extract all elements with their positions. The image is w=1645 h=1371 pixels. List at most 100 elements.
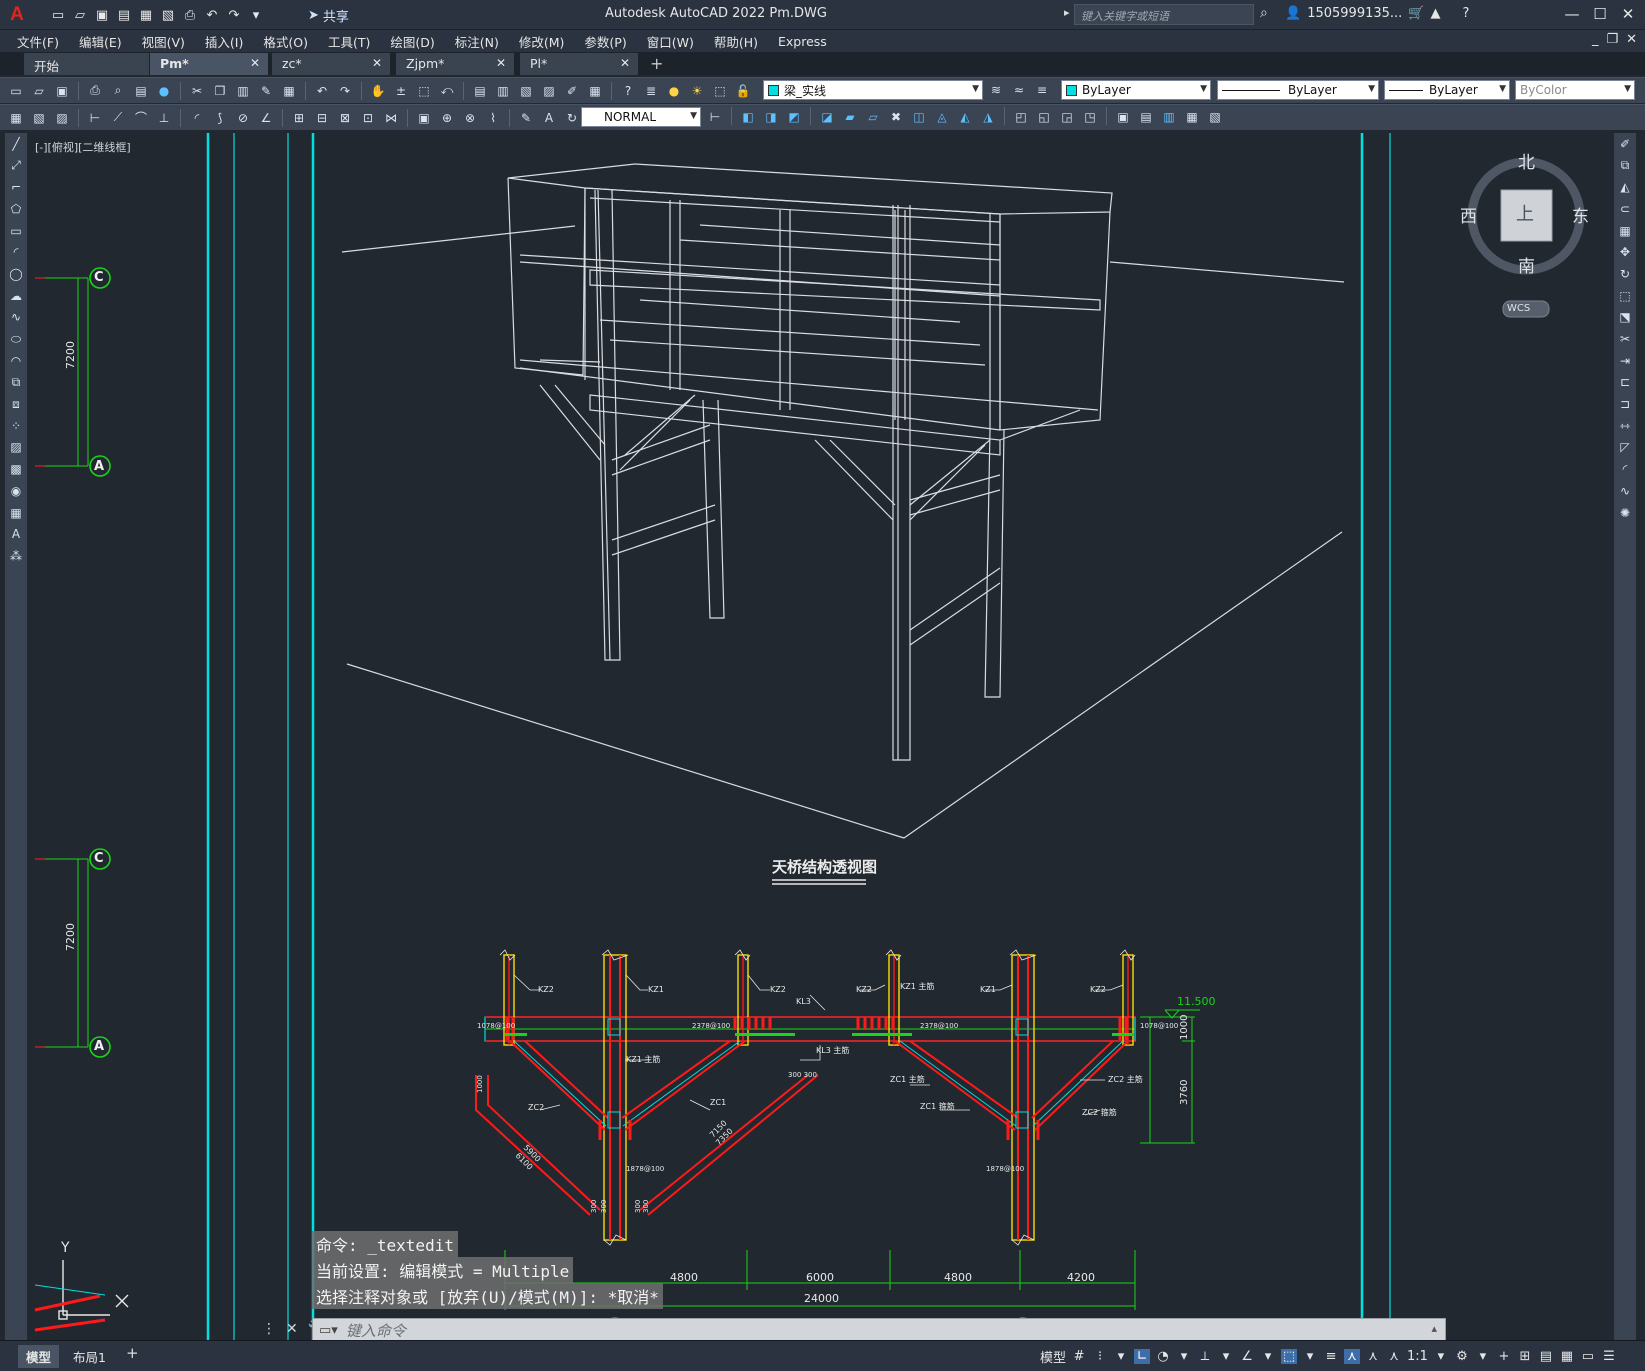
search-input[interactable]: 键入关键字或短语 [1074,4,1254,25]
tab-close-icon[interactable]: ✕ [620,56,630,70]
minimize-button[interactable]: — [1558,4,1586,24]
viewcube-south[interactable]: 南 [1518,252,1535,277]
extend-icon[interactable]: ⇥ [1614,350,1636,372]
delete-faces-icon[interactable]: ✖ [886,107,906,127]
join-icon[interactable]: ⇿ [1614,415,1636,437]
color-dropdown[interactable]: ByLayer ▼ [1061,80,1211,100]
polyline-icon[interactable]: ⌐ [5,176,27,198]
menu-edit[interactable]: 编辑(E) [72,32,135,51]
annotation-visibility-icon[interactable]: ⋏ [1344,1349,1361,1364]
customization-icon[interactable]: ☰ [1601,1349,1617,1364]
menu-help[interactable]: 帮助(H) [707,32,771,51]
clean-icon[interactable]: ◳ [1080,107,1100,127]
continue-dim-icon[interactable]: ⊠ [335,108,355,128]
tab-layout1[interactable]: 布局1 [65,1345,114,1368]
plot-icon[interactable]: ⎙ [85,81,105,101]
viewcube-east[interactable]: 东 [1572,202,1589,227]
model-space-toggle[interactable]: 模型 [1040,1347,1066,1366]
redo-icon[interactable]: ↷ [224,5,244,25]
publish-icon[interactable]: ▦ [136,5,156,25]
menu-insert[interactable]: 插入(I) [198,32,256,51]
menu-parametric[interactable]: 参数(P) [577,32,639,51]
save-as-icon[interactable]: ▤ [114,5,134,25]
tolerance-icon[interactable]: ▣ [414,108,434,128]
layer-viewport-icon[interactable]: ⬚ [710,81,730,101]
rotate-icon[interactable]: ↻ [1614,263,1636,285]
imprint-icon[interactable]: ◲ [1057,107,1077,127]
isodraft-icon[interactable]: ⟂ [1197,1349,1213,1364]
copy-icon[interactable]: ❐ [210,81,230,101]
tab-pm[interactable]: Pm* ✕ [150,53,268,75]
workspace-gear-icon[interactable]: ⚙ [1454,1349,1470,1364]
annotation-scale-value[interactable]: 1:1 [1407,1349,1428,1364]
dimstyle-dropdown[interactable]: NORMAL ▼ [581,107,701,127]
tab-zjpm[interactable]: Zjpm* ✕ [396,53,514,75]
autodesk-app-icon[interactable]: ▲ [1430,6,1440,21]
move-faces-icon[interactable]: ▰ [840,107,860,127]
doc-close-button[interactable]: ✕ [1626,32,1637,47]
diameter-dim-icon[interactable]: ⊘ [233,108,253,128]
quick-properties-icon[interactable]: ▤ [1538,1349,1554,1364]
chevron-down-icon[interactable]: ▾ [1113,1349,1129,1364]
open-icon[interactable]: ▱ [29,81,49,101]
layer-on-icon[interactable]: ● [664,81,684,101]
layer-thaw-icon[interactable]: ☀ [687,81,707,101]
redo-icon[interactable]: ↷ [335,81,355,101]
taper-faces-icon[interactable]: ◬ [932,107,952,127]
blend-curves-icon[interactable]: ∿ [1614,480,1636,502]
check-icon[interactable]: ▥ [1159,107,1179,127]
auto-scale-icon[interactable]: ⋏ [1365,1349,1381,1364]
menu-dimension[interactable]: 标注(N) [448,32,512,51]
layer-state-icon[interactable]: ≡ [1032,80,1052,100]
menu-view[interactable]: 视图(V) [135,32,198,51]
zoom-realtime-icon[interactable]: ± [391,81,411,101]
erase-icon[interactable]: ✐ [1614,133,1636,155]
close-button[interactable]: ✕ [1614,4,1642,24]
block-editor-icon[interactable]: ▦ [279,81,299,101]
menu-format[interactable]: 格式(O) [256,32,321,51]
3d-print-icon[interactable]: ● [154,81,174,101]
circle-icon[interactable]: ◯ [5,263,27,285]
gradient-icon[interactable]: ▩ [5,458,27,480]
break-at-point-icon[interactable]: ⊏ [1614,372,1636,394]
undo-icon[interactable]: ↶ [312,81,332,101]
cut-icon[interactable]: ✂ [187,81,207,101]
lineweight-dropdown[interactable]: ByLayer ▼ [1384,80,1510,100]
menu-modify[interactable]: 修改(M) [512,32,578,51]
construction-line-icon[interactable]: ⤢ [5,155,27,177]
chevron-down-icon[interactable]: ▾ [1302,1349,1318,1364]
layer-lock-icon[interactable]: 🔓 [733,81,753,101]
match-properties-icon[interactable]: ✎ [256,81,276,101]
grid-icon[interactable]: # [1071,1349,1087,1364]
offset-faces-icon[interactable]: ▱ [863,107,883,127]
autocad-logo-icon[interactable]: A [6,4,28,26]
shell-icon[interactable]: ▤ [1136,107,1156,127]
dim-text-edit-icon[interactable]: A [539,108,559,128]
paste-icon[interactable]: ▥ [233,81,253,101]
aligned-dim-icon[interactable]: ⟋ [108,108,128,128]
line-icon[interactable]: ╱ [5,133,27,155]
copy-faces-icon[interactable]: ◭ [955,107,975,127]
design-center-icon[interactable]: ▥ [493,81,513,101]
save-icon[interactable]: ▣ [92,5,112,25]
mirror-icon[interactable]: ◭ [1614,176,1636,198]
viewcube-top-face[interactable]: 上 [1516,200,1534,226]
undo-icon[interactable]: ↶ [202,5,222,25]
preview-icon[interactable]: ⌕ [108,81,128,101]
revcloud-icon[interactable]: ☁ [5,285,27,307]
markup-icon[interactable]: ✐ [562,81,582,101]
arc-icon[interactable]: ◜ [5,241,27,263]
dim-edit-icon[interactable]: ✎ [516,108,536,128]
properties-icon[interactable]: ▤ [470,81,490,101]
search-icon[interactable]: ⌕ [1260,5,1268,21]
lineweight-icon[interactable]: ≡ [1323,1349,1339,1364]
section-icon[interactable]: ▧ [1205,107,1225,127]
quick-dim-icon[interactable]: ⊞ [289,108,309,128]
array-icon[interactable]: ▦ [1614,220,1636,242]
sheet-set-icon[interactable]: ▨ [539,81,559,101]
arc-length-icon[interactable]: ⌒ [131,108,151,128]
dim-update-icon[interactable]: ↻ [562,108,582,128]
copy-edges-icon[interactable]: ◰ [1011,107,1031,127]
ellipse-icon[interactable]: ⬭ [5,328,27,350]
menu-draw[interactable]: 绘图(D) [383,32,447,51]
